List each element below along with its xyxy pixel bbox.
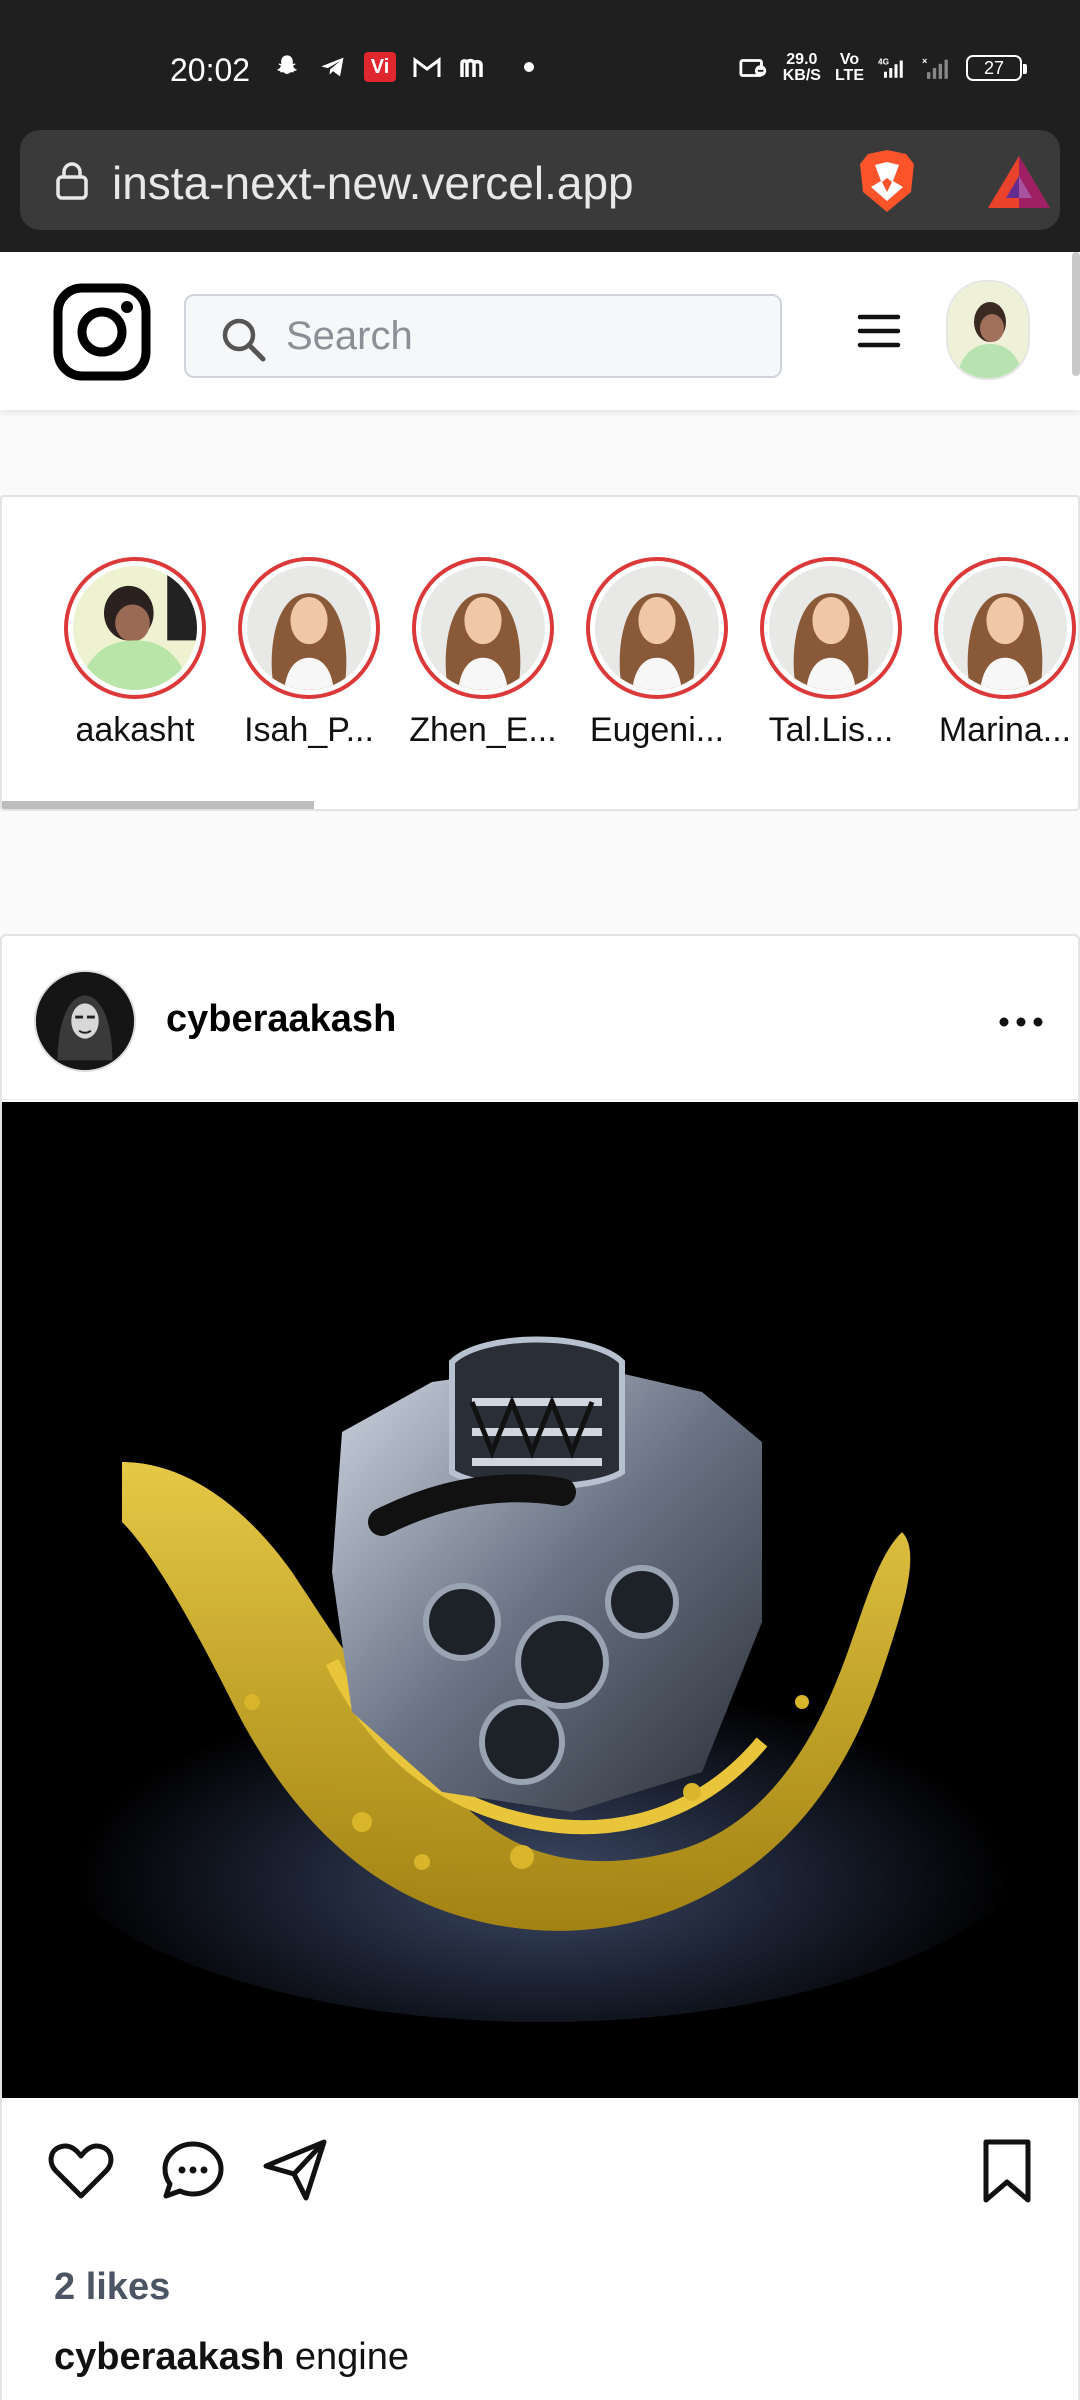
story-avatar (73, 566, 197, 690)
post-image[interactable] (2, 1102, 1078, 2098)
search-box[interactable] (184, 294, 782, 378)
network-type: 4G (878, 57, 889, 66)
url-text[interactable]: insta-next-new.vercel.app (112, 156, 634, 210)
story-item[interactable]: Tal.Lis... (760, 557, 902, 750)
bookmark-icon[interactable] (972, 2136, 1042, 2206)
status-bar: 20:02 Vi 29.0 KB/S Vo LTE 4G × 27 (0, 0, 1080, 128)
stories-scrollbar[interactable] (2, 801, 314, 809)
story-item[interactable]: Marina... (934, 557, 1076, 750)
stories-strip[interactable]: aakasht Isah_P... Zhen_E... Eugeni... Ta… (0, 495, 1080, 811)
status-time: 20:02 (170, 52, 251, 88)
data-saver-icon (739, 53, 769, 83)
comment-icon[interactable] (158, 2136, 228, 2206)
story-username: Eugeni... (589, 711, 725, 749)
story-avatar (421, 566, 545, 690)
profile-avatar[interactable] (946, 280, 1030, 380)
story-ring[interactable] (238, 557, 380, 699)
telegram-icon (318, 52, 348, 82)
app-header (0, 252, 1080, 410)
search-icon (222, 318, 266, 362)
post-caption: cyberaakash engine (54, 2336, 409, 2379)
battery-icon: 27 (966, 55, 1027, 81)
signal-4g-icon: 4G (878, 53, 908, 83)
story-avatar (595, 566, 719, 690)
net-speed: 29.0 KB/S (782, 51, 821, 84)
story-username: Isah_P... (244, 711, 374, 749)
story-username: Marina... (938, 711, 1072, 749)
browser-toolbar: insta-next-new.vercel.app (0, 128, 1080, 252)
caption-text: engine (294, 2336, 409, 2378)
story-username: Tal.Lis... (768, 711, 894, 749)
post-actions (2, 2136, 1078, 2236)
story-item[interactable]: Zhen_E... (409, 557, 557, 750)
story-avatar (943, 566, 1067, 690)
instagram-logo-icon[interactable] (52, 282, 152, 382)
story-avatar (247, 566, 371, 690)
notification-icons: Vi (272, 52, 534, 82)
story-item[interactable]: Isah_P... (238, 557, 380, 750)
page-scrollbar[interactable] (1072, 252, 1080, 376)
like-heart-icon[interactable] (46, 2136, 116, 2206)
story-username: Zhen_E... (409, 711, 557, 749)
story-ring[interactable] (64, 557, 206, 699)
post-header: cyberaakash (2, 936, 1078, 1100)
post-username[interactable]: cyberaakash (166, 998, 396, 1041)
caption-username[interactable]: cyberaakash (54, 2336, 284, 2378)
more-notifications-dot (524, 62, 534, 72)
engine-image (2, 1102, 1078, 2098)
post-card: cyberaakash 2 likes cyberaakash engine (0, 934, 1080, 2400)
hamburger-menu-icon[interactable] (856, 308, 902, 354)
story-ring[interactable] (934, 557, 1076, 699)
vi-carrier-icon: Vi (364, 52, 396, 82)
story-ring[interactable] (586, 557, 728, 699)
share-send-icon[interactable] (260, 2136, 330, 2206)
brave-rewards-icon[interactable] (986, 154, 1052, 210)
story-ring[interactable] (412, 557, 554, 699)
gmail-icon (412, 52, 442, 82)
search-input[interactable] (286, 306, 766, 366)
story-ring[interactable] (760, 557, 902, 699)
url-bar[interactable]: insta-next-new.vercel.app (20, 130, 1060, 230)
story-avatar (769, 566, 893, 690)
system-icons: 29.0 KB/S Vo LTE 4G × 27 (739, 51, 1027, 84)
volte-indicator: Vo LTE (834, 51, 864, 84)
story-username: aakasht (75, 711, 195, 749)
likes-count[interactable]: 2 likes (54, 2266, 170, 2309)
post-author-avatar[interactable] (34, 970, 136, 1072)
more-options-icon[interactable] (998, 1012, 1044, 1032)
lock-icon[interactable] (52, 160, 92, 200)
svg-text:×: × (922, 56, 927, 66)
story-item[interactable]: Eugeni... (586, 557, 728, 750)
medium-icon (458, 52, 488, 82)
brave-shields-icon[interactable] (856, 148, 918, 214)
snapchat-icon (272, 52, 302, 82)
signal-weak-icon: × (922, 53, 952, 83)
story-item[interactable]: aakasht (64, 557, 206, 750)
